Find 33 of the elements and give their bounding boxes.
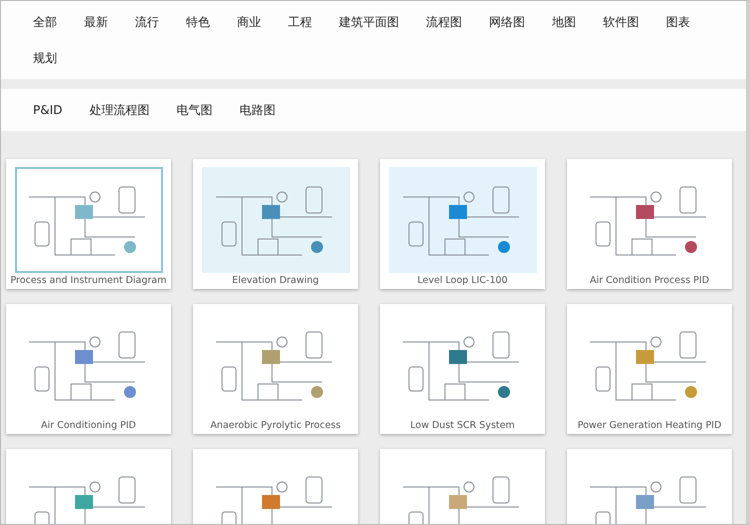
- category-tab[interactable]: 图表: [666, 4, 690, 40]
- category-tab[interactable]: 软件图: [603, 4, 639, 40]
- template-title: Elevation Drawing: [232, 275, 319, 286]
- template-card[interactable]: Elevation Drawing: [193, 159, 358, 289]
- template-card[interactable]: Low Dust SCR System: [380, 304, 545, 434]
- category-tab[interactable]: 建筑平面图: [339, 4, 399, 40]
- category-tab[interactable]: P&ID: [33, 92, 62, 128]
- category-tab[interactable]: 电路图: [239, 92, 276, 128]
- category-tab[interactable]: 流程图: [426, 4, 462, 40]
- category-tab[interactable]: 最新: [84, 4, 108, 40]
- category-tab[interactable]: 处理流程图: [89, 92, 150, 128]
- category-tab[interactable]: 工程: [288, 4, 312, 40]
- template-title: Level Loop LIC-100: [417, 275, 508, 286]
- template-card[interactable]: Air Conditioning PID: [6, 304, 171, 434]
- category-tab[interactable]: 流行: [135, 4, 159, 40]
- category-tab[interactable]: 网络图: [489, 4, 525, 40]
- template-title: Anaerobic Pyrolytic Process: [210, 420, 341, 431]
- template-title: Low Dust SCR System: [410, 420, 515, 431]
- category-tab[interactable]: 规划: [33, 40, 57, 76]
- category-tab[interactable]: 商业: [237, 4, 261, 40]
- template-card[interactable]: Anaerobic Pyrolytic Process: [193, 304, 358, 434]
- template-title: Air Conditioning PID: [41, 420, 136, 431]
- category-tab[interactable]: 全部: [33, 4, 57, 40]
- template-title: Process and Instrument Diagram: [10, 275, 167, 286]
- template-card[interactable]: Level Loop LIC-100: [380, 159, 545, 289]
- template-card[interactable]: Process and Instrument Diagram: [6, 159, 171, 289]
- template-title: Power Generation Heating PID: [578, 420, 722, 431]
- category-tab[interactable]: 地图: [552, 4, 576, 40]
- template-card[interactable]: Air Condition Process PID: [567, 159, 732, 289]
- category-tab[interactable]: 特色: [186, 4, 210, 40]
- category-tab[interactable]: 电气图: [176, 92, 212, 128]
- template-title: Air Condition Process PID: [590, 275, 710, 286]
- template-card[interactable]: Power Generation Heating PID: [567, 304, 732, 434]
